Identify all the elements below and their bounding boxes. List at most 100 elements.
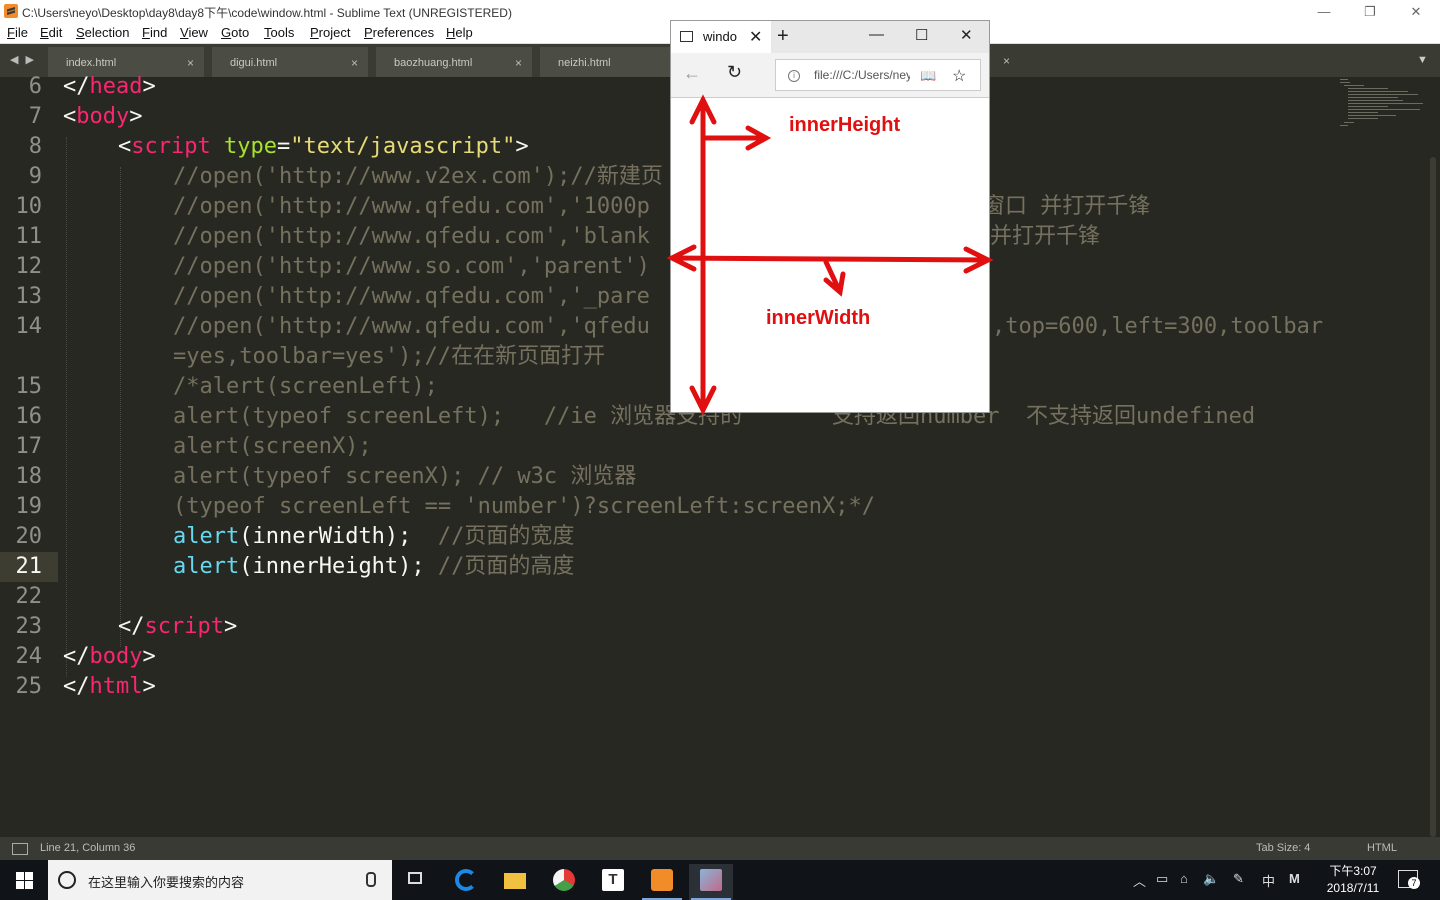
minimap-line [1340,82,1350,83]
chevron-up-icon[interactable]: ︿ [1133,871,1146,890]
inner-height-label: innerHeight [789,114,901,136]
reload-icon[interactable]: ↻ [727,62,742,83]
taskbar: 在这里输入你要搜索的内容 T ︿ ▭ ⌂ 🔈 ✎ 中 M 下午3:07 2018… [0,860,1440,900]
minimap[interactable] [1338,77,1428,127]
line-number: 25 [15,674,43,699]
new-tab-button[interactable]: + [777,25,789,48]
back-arrow-icon[interactable]: ← [683,63,701,84]
battery-icon[interactable]: ▭ [1156,871,1168,887]
notification-count: 7 [1408,877,1420,889]
cursor-position: Line 21, Column 36 [40,842,136,854]
code-token: > [142,674,156,699]
menu-goto[interactable]: Goto [221,25,249,40]
taskbar-search-box[interactable]: 在这里输入你要搜索的内容 [48,860,392,900]
menu-file[interactable]: File [7,25,28,40]
tab-digui[interactable]: digui.html × [212,47,368,77]
favorite-star-icon[interactable]: ☆ [952,66,966,86]
tab-nav-arrows[interactable]: ◀ ▶ [10,53,36,66]
pen-icon[interactable]: ✎ [1233,871,1244,887]
reading-view-icon[interactable]: 📖 [920,68,936,84]
popup-minimize-button[interactable]: — [869,26,884,43]
code-token: > [515,134,529,159]
code-token: script [131,134,211,159]
tab-close-icon[interactable]: × [351,56,358,70]
text-editor-icon: T [602,869,624,891]
info-icon[interactable]: i [788,70,800,82]
code-token: > [142,644,156,669]
file-explorer-app[interactable] [493,864,537,900]
tab-label: baozhuang.html [394,57,473,69]
tab-close-icon[interactable]: ✕ [749,27,762,47]
tab-dropdown-icon[interactable]: ▼ [1417,54,1428,66]
task-view-icon [408,872,422,884]
popup-close-button[interactable]: ✕ [960,26,973,44]
paint-app[interactable] [689,864,733,900]
tab-close-icon[interactable]: × [1003,54,1010,68]
edge-app[interactable] [444,864,488,900]
popup-maximize-button[interactable]: ☐ [915,26,928,44]
code-token: alert [173,554,240,579]
windows-logo-pane [16,872,24,880]
indent-guide [120,167,121,647]
menu-view[interactable]: View [180,25,208,40]
page-icon [680,31,693,42]
tab-close-icon[interactable]: × [515,56,522,70]
code-line: </html> [63,672,156,702]
typora-app[interactable]: T [591,864,635,900]
menu-find[interactable]: Find [142,25,167,40]
code-token: type [223,134,277,159]
line-number: 23 [15,614,43,639]
code-line: alert(typeof screenX); // w3c 浏览器 [173,464,637,489]
system-clock[interactable]: 下午3:07 2018/7/11 [1318,863,1388,897]
ime-mode-indicator[interactable]: M [1289,871,1300,886]
syntax-mode[interactable]: HTML [1367,842,1397,854]
close-button[interactable]: ✕ [1393,0,1439,23]
console-icon[interactable] [12,843,28,855]
tab-label: digui.html [230,57,278,69]
vertical-scrollbar[interactable] [1430,157,1436,837]
cortana-icon [58,871,76,889]
code-line: //open('http://www.qfedu.com','_pare [173,284,650,309]
task-view-button[interactable] [394,864,438,900]
address-url[interactable]: file:///C:/Users/neyo/Desktop [814,68,910,82]
minimize-button[interactable]: — [1301,0,1347,23]
menu-edit[interactable]: Edit [40,25,62,40]
minimap-line [1348,109,1420,110]
clock-date: 2018/7/11 [1326,881,1380,895]
menu-selection[interactable]: Selection [76,25,129,40]
sublime-logo-icon [4,4,18,18]
ime-indicator[interactable]: 中 [1262,871,1275,890]
notification-icon[interactable]: 7 [1398,870,1420,889]
menu-tools[interactable]: Tools [264,25,294,40]
maximize-button[interactable]: ❐ [1347,0,1393,23]
sublime-app[interactable] [640,864,684,900]
tab-size[interactable]: Tab Size: 4 [1256,842,1310,854]
popup-nav-bar: ← ↻ i file:///C:/Users/neyo/Desktop 📖 ☆ [671,53,989,98]
popup-browser-window[interactable]: windo ✕ + — ☐ ✕ ← ↻ i file:///C:/Users/n… [670,20,990,413]
status-bar: Line 21, Column 36 Tab Size: 4 HTML [0,837,1440,860]
code-line: //open('http://www.so.com','parent') [173,254,650,279]
menu-help[interactable]: Help [446,25,473,40]
line-number: 16 [15,404,43,429]
line-number-current: 21 [15,554,43,579]
code-token: </ [63,674,90,699]
network-icon[interactable]: ⌂ [1180,871,1188,886]
code-token: html [89,674,143,699]
menu-preferences[interactable]: Preferences [364,25,434,40]
windows-start-icon[interactable] [0,860,48,900]
line-number: 8 [28,134,42,159]
line-number: 6 [28,74,42,99]
minimap-line [1344,85,1364,86]
code-token: < [118,134,132,159]
menu-project[interactable]: Project [310,25,350,40]
search-placeholder: 在这里输入你要搜索的内容 [88,875,245,890]
browser-app[interactable] [542,864,586,900]
popup-tab[interactable]: windo ✕ [671,21,771,53]
tab-close-icon[interactable]: × [187,56,194,70]
code-token: //页面的宽度 [411,524,575,549]
volume-icon[interactable]: 🔈 [1203,871,1219,887]
clock-time: 下午3:07 [1329,864,1377,878]
address-bar[interactable]: i file:///C:/Users/neyo/Desktop 📖 ☆ [775,59,981,91]
tab-baozhuang[interactable]: baozhuang.html × [376,47,532,77]
microphone-icon[interactable] [366,872,376,887]
